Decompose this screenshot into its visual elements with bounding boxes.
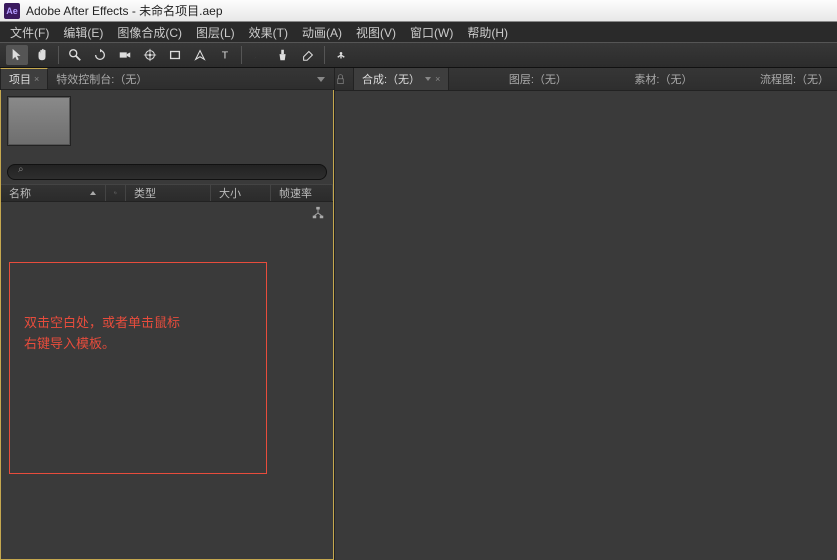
menu-help[interactable]: 帮助(H): [461, 23, 514, 42]
tool-brush[interactable]: [247, 45, 269, 65]
tool-eraser[interactable]: [297, 45, 319, 65]
left-panel-tabs: 项目 × 特效控制台:（无）: [0, 68, 334, 90]
window-title: Adobe After Effects - 未命名项目.aep: [26, 2, 223, 19]
tool-zoom[interactable]: [64, 45, 86, 65]
viewer-tab-group-first: 合成:（无） ×: [335, 68, 449, 90]
app-logo: Ae: [4, 3, 20, 19]
tab-composition-label: 合成:（无）: [362, 71, 420, 87]
tool-puppet[interactable]: [330, 45, 352, 65]
column-header-rate[interactable]: 帧速率: [271, 185, 333, 201]
close-icon[interactable]: ×: [435, 74, 440, 84]
lock-icon[interactable]: [335, 74, 353, 85]
column-header-size[interactable]: 大小: [211, 185, 271, 201]
viewer-body[interactable]: [335, 90, 837, 560]
tool-pan-behind[interactable]: [139, 45, 161, 65]
toolbar-separator: [324, 46, 325, 64]
menu-composition[interactable]: 图像合成(C): [111, 23, 188, 42]
close-icon[interactable]: ×: [34, 74, 39, 84]
tool-camera[interactable]: [114, 45, 136, 65]
tool-clone[interactable]: [272, 45, 294, 65]
tool-text[interactable]: T: [214, 45, 236, 65]
tab-layer[interactable]: 图层:（无）: [501, 68, 575, 90]
tool-hand[interactable]: [31, 45, 53, 65]
menu-layer[interactable]: 图层(L): [190, 23, 241, 42]
viewer-panel: 合成:（无） × 图层:（无） 素材:（无） 流程图:（无）: [335, 68, 837, 560]
chevron-down-icon: [424, 75, 432, 83]
flowchart-icon[interactable]: [311, 206, 325, 220]
tab-composition[interactable]: 合成:（无） ×: [353, 68, 449, 90]
menu-view[interactable]: 视图(V): [350, 23, 402, 42]
project-panel-body: ⌕ 名称 类型 大小 帧速率 双击空白处，: [0, 90, 334, 560]
tab-project[interactable]: 项目 ×: [0, 68, 48, 89]
column-header-tag[interactable]: [106, 185, 126, 201]
panel-menu-icon[interactable]: [312, 70, 330, 88]
menu-effect[interactable]: 效果(T): [243, 23, 294, 42]
project-panel: 项目 × 特效控制台:（无） ⌕ 名称: [0, 68, 335, 560]
menu-animation[interactable]: 动画(A): [296, 23, 348, 42]
svg-text:T: T: [222, 50, 229, 62]
tool-rect[interactable]: [164, 45, 186, 65]
annotation-box: 双击空白处，或者单击鼠标 右键导入模板。: [9, 262, 267, 474]
preview-thumbnail: [7, 96, 71, 146]
viewer-tabs: 合成:（无） × 图层:（无） 素材:（无） 流程图:（无）: [335, 68, 837, 90]
workspace: 项目 × 特效控制台:（无） ⌕ 名称: [0, 68, 837, 560]
tool-selection[interactable]: [6, 45, 28, 65]
tab-effects-console-label: 特效控制台:（无）: [56, 71, 147, 87]
window-titlebar: Ae Adobe After Effects - 未命名项目.aep: [0, 0, 837, 22]
tool-rotate[interactable]: [89, 45, 111, 65]
column-name-label: 名称: [9, 185, 31, 201]
annotation-text-line2: 右键导入模板。: [24, 334, 252, 355]
toolbar-separator: [58, 46, 59, 64]
search-row: ⌕: [7, 162, 327, 180]
annotation-text-line1: 双击空白处，或者单击鼠标: [24, 313, 252, 334]
tab-flowchart[interactable]: 流程图:（无）: [752, 68, 837, 90]
toolbar-separator: [241, 46, 242, 64]
search-input[interactable]: [7, 164, 327, 180]
menu-file[interactable]: 文件(F): [4, 23, 55, 42]
preview-thumb-row: [1, 90, 333, 160]
column-header-type[interactable]: 类型: [126, 185, 211, 201]
toolbar: T: [0, 42, 837, 68]
tab-project-label: 项目: [9, 71, 31, 87]
menu-window[interactable]: 窗口(W): [404, 23, 459, 42]
tag-icon: [114, 187, 117, 199]
menu-edit[interactable]: 编辑(E): [57, 23, 109, 42]
menubar: 文件(F) 编辑(E) 图像合成(C) 图层(L) 效果(T) 动画(A) 视图…: [0, 22, 837, 42]
tab-footage[interactable]: 素材:（无）: [626, 68, 700, 90]
project-column-headers: 名称 类型 大小 帧速率: [1, 184, 333, 202]
tab-effects-console[interactable]: 特效控制台:（无）: [48, 68, 155, 89]
column-header-name[interactable]: 名称: [1, 185, 106, 201]
project-item-area[interactable]: 双击空白处，或者单击鼠标 右键导入模板。: [1, 202, 333, 559]
tool-pen[interactable]: [189, 45, 211, 65]
